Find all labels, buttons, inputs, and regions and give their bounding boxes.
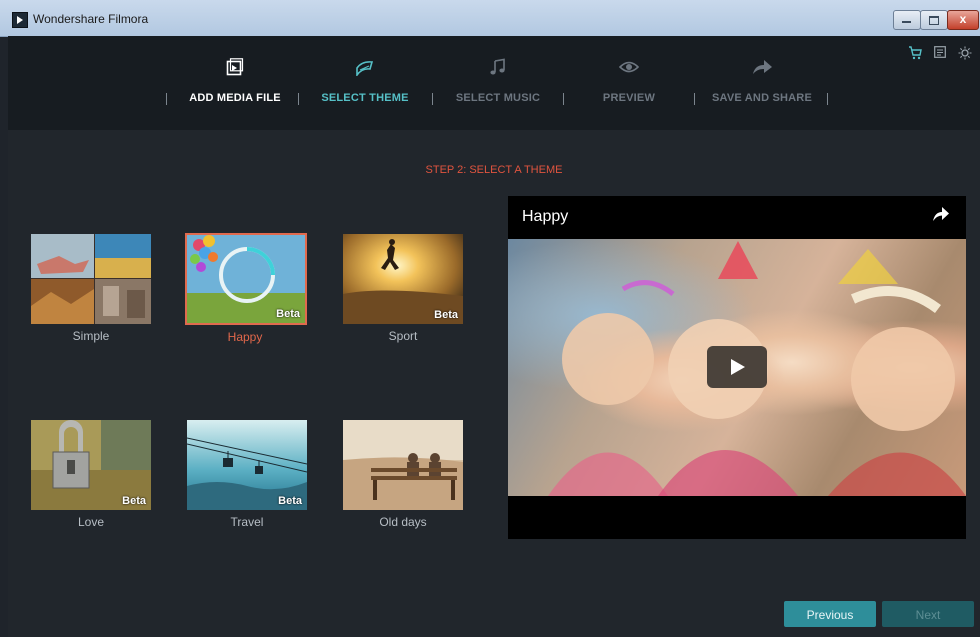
theme-name: Sport — [388, 329, 418, 343]
beta-badge: Beta — [122, 495, 146, 507]
step-label: SELECT THEME — [321, 92, 409, 104]
beta-badge: Beta — [278, 495, 302, 507]
theme-name: Simple — [72, 329, 110, 343]
theme-thumbnail — [31, 234, 151, 324]
play-button[interactable] — [707, 346, 767, 388]
step-label: SELECT MUSIC — [455, 92, 541, 104]
eye-icon — [584, 58, 674, 81]
step-label: SAVE AND SHARE — [712, 92, 812, 104]
step-separator — [694, 93, 695, 105]
music-note-icon — [440, 58, 556, 81]
list-icon[interactable] — [934, 46, 946, 61]
brightness-icon[interactable] — [958, 46, 972, 63]
theme-icon — [310, 58, 420, 81]
theme-name: Travel — [230, 515, 264, 529]
share-icon[interactable] — [932, 206, 950, 227]
theme-thumbnail: Beta — [343, 234, 463, 324]
preview-video[interactable] — [508, 239, 966, 496]
step-save-and-share[interactable]: SAVE AND SHARE — [702, 36, 822, 130]
minimize-button[interactable] — [893, 10, 921, 30]
step-separator — [563, 93, 564, 105]
step-label: PREVIEW — [602, 92, 656, 104]
next-button[interactable]: Next — [882, 601, 974, 627]
theme-thumbnail: Beta — [31, 420, 151, 510]
media-file-icon — [175, 58, 295, 81]
step-select-theme[interactable]: SELECT THEME — [310, 36, 420, 130]
theme-card-travel[interactable]: Beta Travel — [187, 420, 309, 529]
window-title-bar: Wondershare Filmora x — [0, 0, 980, 37]
theme-name: Love — [77, 515, 105, 529]
step-separator — [298, 93, 299, 105]
beta-badge: Beta — [276, 308, 300, 320]
close-button[interactable]: x — [947, 10, 979, 30]
step-label: ADD MEDIA FILE — [189, 92, 281, 104]
step-separator — [827, 93, 828, 105]
theme-card-sport[interactable]: Beta Sport — [343, 234, 465, 343]
step-select-music[interactable]: SELECT MUSIC — [440, 36, 556, 130]
window-title: Wondershare Filmora — [33, 12, 149, 26]
step-navigation: ADD MEDIA FILE SELECT THEME SELECT MUSIC… — [8, 36, 980, 130]
theme-name: Happy — [227, 330, 263, 344]
theme-preview-panel: Happy — [508, 196, 966, 539]
share-arrow-icon — [702, 58, 822, 81]
step-heading: STEP 2: SELECT A THEME — [425, 164, 563, 176]
step-preview[interactable]: PREVIEW — [584, 36, 674, 130]
previous-button[interactable]: Previous — [784, 601, 876, 627]
step-separator — [432, 93, 433, 105]
theme-card-happy[interactable]: Beta Happy — [185, 233, 307, 344]
theme-card-old-days[interactable]: Old days — [343, 420, 465, 529]
filmora-app-icon — [12, 12, 28, 28]
cart-icon[interactable] — [908, 46, 922, 63]
step-separator — [166, 93, 167, 105]
app-frame: ADD MEDIA FILE SELECT THEME SELECT MUSIC… — [8, 36, 980, 637]
theme-thumbnail: Beta — [185, 233, 307, 325]
theme-thumbnail — [343, 420, 463, 510]
theme-thumbnail: Beta — [187, 420, 307, 510]
preview-title: Happy — [522, 208, 569, 225]
theme-card-simple[interactable]: Simple — [31, 234, 153, 343]
beta-badge: Beta — [434, 309, 458, 321]
step-add-media-file[interactable]: ADD MEDIA FILE — [175, 36, 295, 130]
theme-name: Old days — [379, 515, 427, 529]
maximize-button[interactable] — [920, 10, 948, 30]
theme-card-love[interactable]: Beta Love — [31, 420, 153, 529]
